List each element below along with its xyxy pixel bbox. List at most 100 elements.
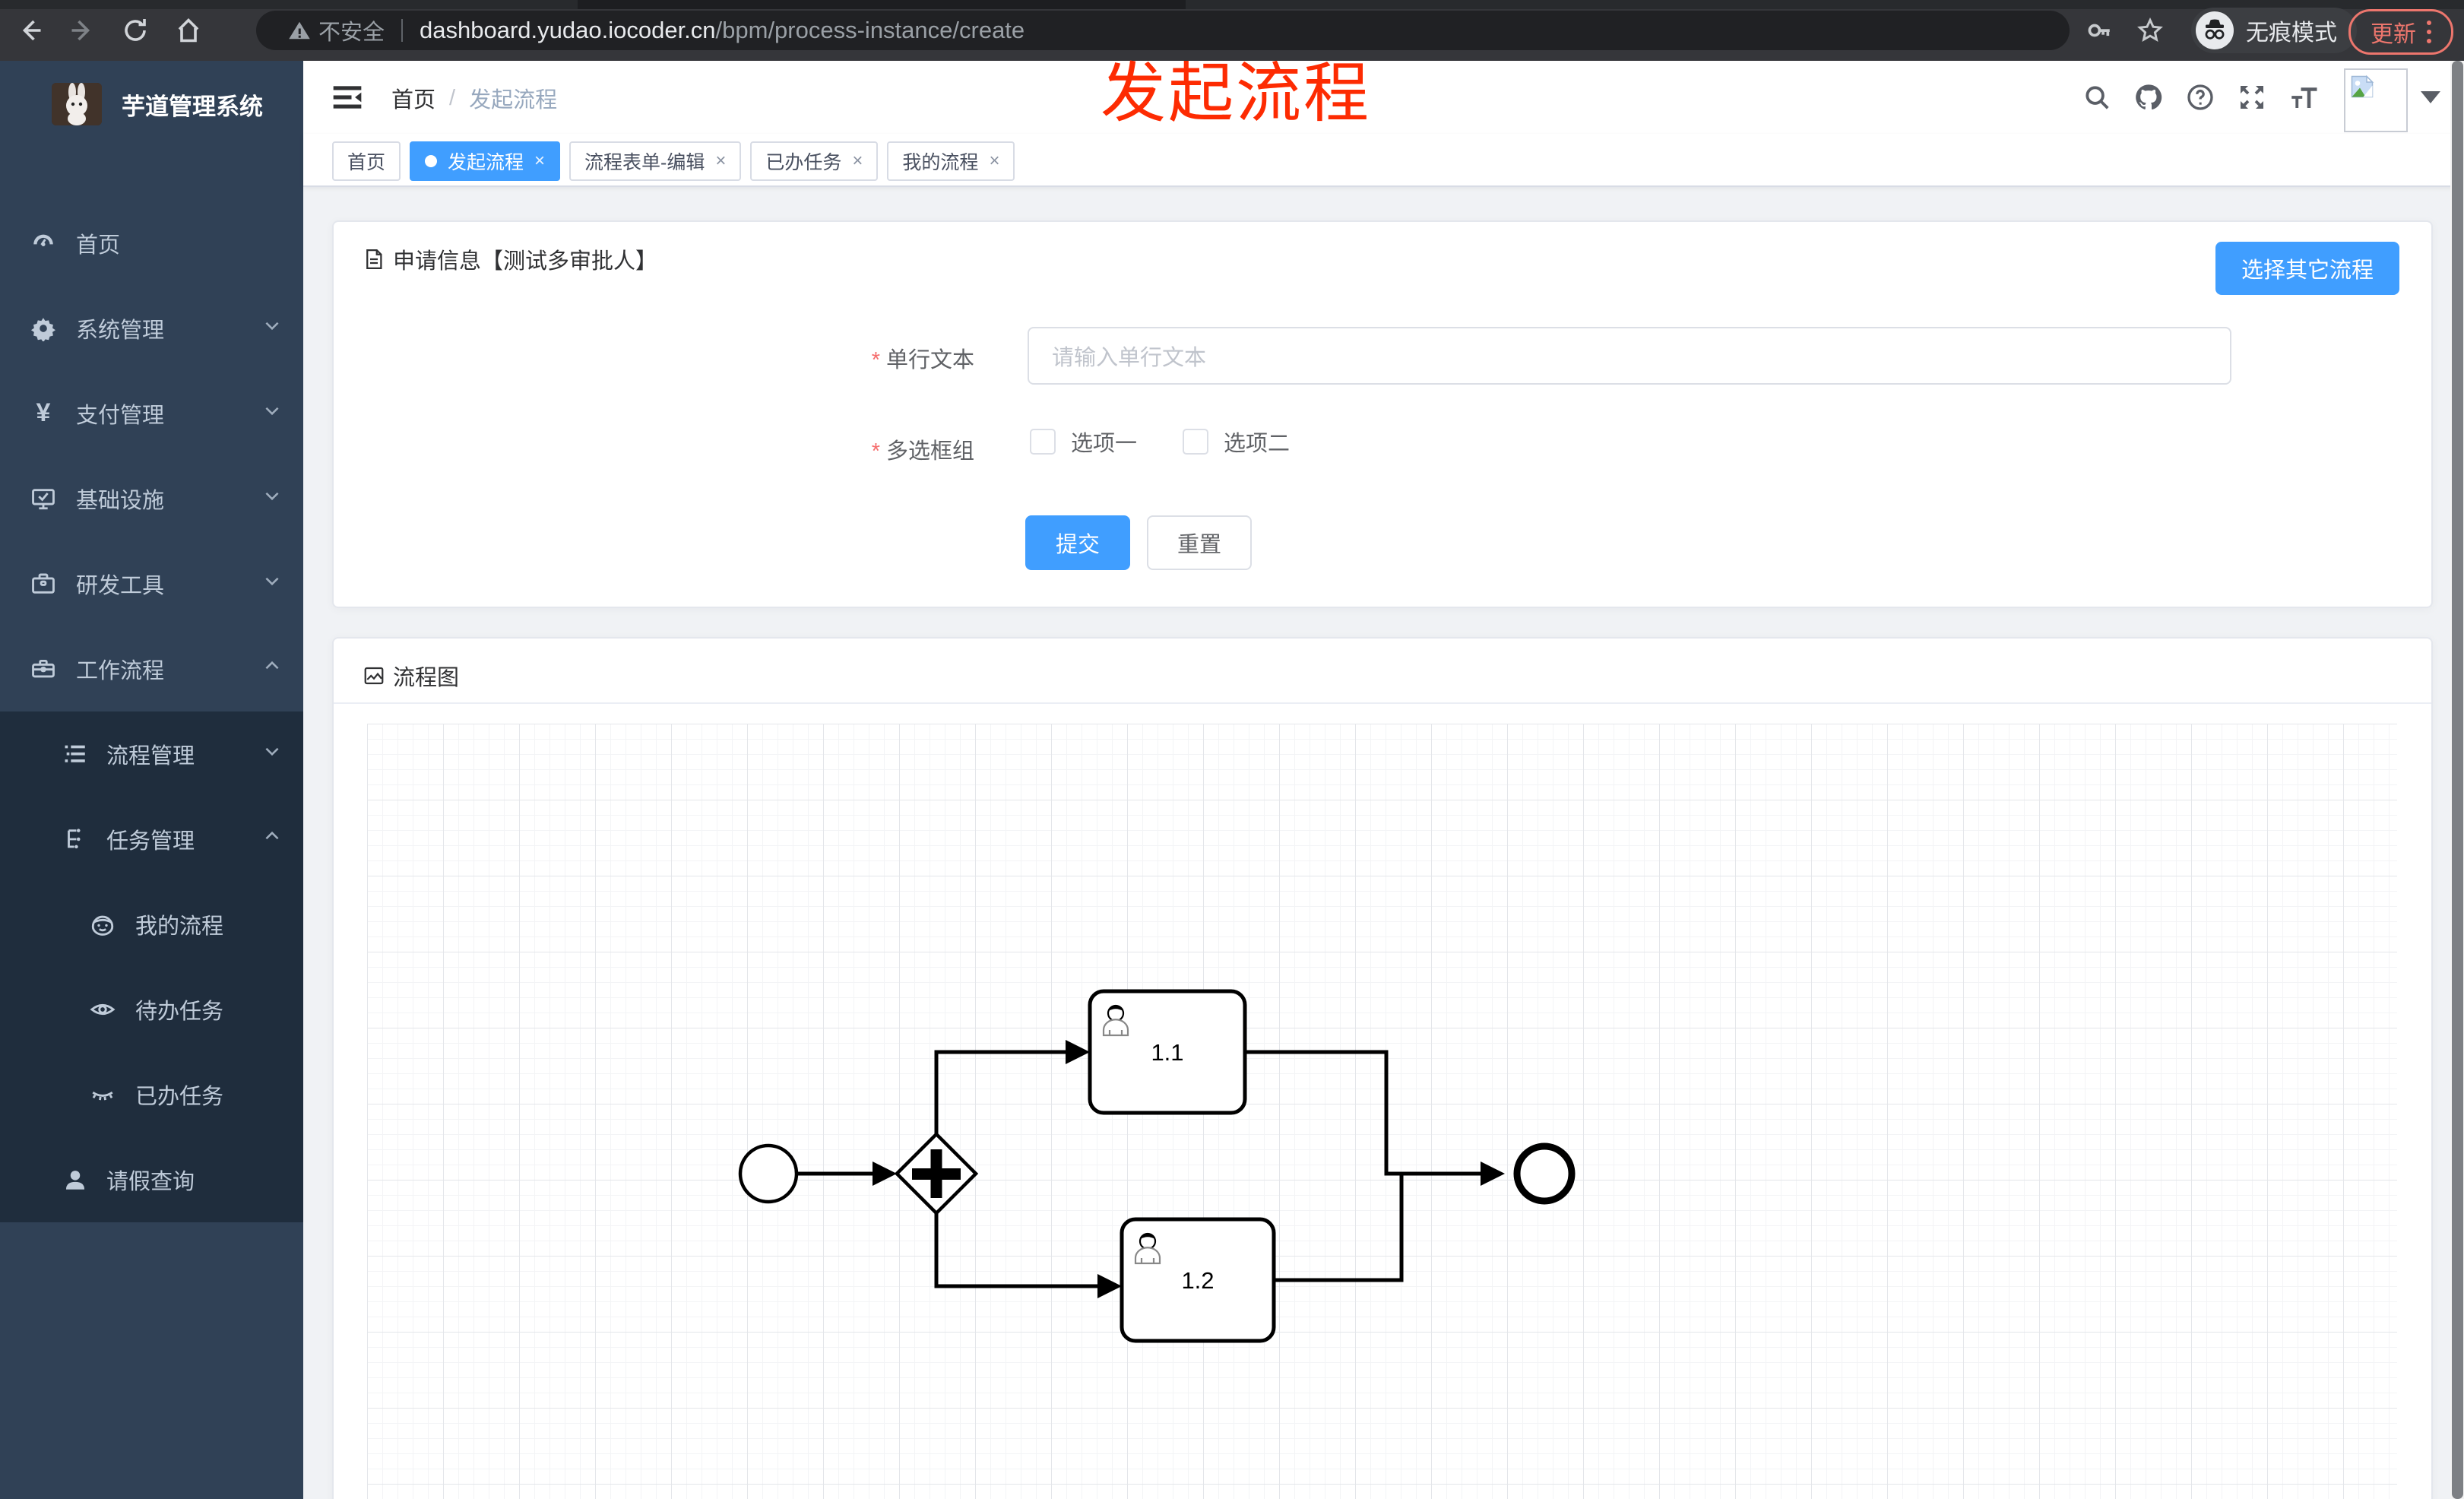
browser-active-tab[interactable] — [578, 0, 1186, 9]
eye-open-icon — [90, 997, 116, 1022]
toolbox-icon — [30, 656, 56, 682]
browser-reload-button[interactable] — [116, 11, 155, 50]
checkbox-icon[interactable] — [1030, 429, 1056, 455]
chevron-up-icon — [262, 826, 282, 852]
tab-done-tasks[interactable]: 已办任务 × — [750, 141, 879, 181]
tab-label: 首页 — [347, 152, 386, 173]
header-search-button[interactable] — [2079, 79, 2115, 116]
browser-update-button[interactable]: 更新 — [2348, 9, 2453, 55]
sidebar-item-done-tasks[interactable]: 已办任务 — [0, 1052, 303, 1137]
password-key-button[interactable] — [2080, 11, 2120, 50]
incognito-icon — [2205, 19, 2225, 40]
tags-view-bar: 首页 发起流程 × 流程表单-编辑 × 已办任务 × 我的流程 × — [303, 134, 2464, 187]
tab-my-processes[interactable]: 我的流程 × — [887, 141, 1015, 181]
logo-rabbit-image — [52, 83, 102, 125]
process-diagram-card: 流程图 1.1 1.2 — [332, 637, 2433, 1499]
person-icon — [62, 1167, 88, 1193]
browser-forward-button[interactable] — [62, 11, 102, 50]
sidebar-item-label: 已办任务 — [135, 1085, 224, 1109]
incognito-badge[interactable]: 无痕模式 — [2191, 8, 2357, 53]
security-status[interactable]: 不安全 — [288, 14, 385, 46]
choose-other-process-button[interactable]: 选择其它流程 — [2215, 242, 2399, 295]
list-tree-icon — [62, 741, 88, 767]
arrowhead — [1481, 1161, 1505, 1186]
checkbox-option-1[interactable]: 选项一 — [1030, 426, 1137, 458]
app-title: 芋道管理系统 — [122, 93, 263, 120]
sidebar-item-label: 系统管理 — [76, 318, 165, 343]
close-icon[interactable]: × — [715, 151, 726, 172]
bpmn-diagram: 1.1 1.2 — [738, 989, 1576, 1343]
url-text[interactable]: dashboard.yudao.iocoder.cn/bpm/process-i… — [420, 17, 1025, 44]
scrollbar-thumb[interactable] — [2452, 61, 2463, 1499]
breadcrumb-home[interactable]: 首页 — [391, 82, 435, 114]
key-icon — [2088, 24, 2110, 37]
browser-menu-dots-icon[interactable] — [2427, 21, 2431, 43]
header-fontsize-button[interactable] — [2285, 79, 2322, 116]
header-help-button[interactable] — [2182, 79, 2219, 116]
breadcrumb-current: 发起流程 — [469, 88, 558, 113]
caret-down-icon[interactable] — [2421, 91, 2440, 103]
close-icon[interactable]: × — [534, 151, 545, 172]
field-label: * 多选框组 — [871, 439, 974, 464]
card-divider — [334, 702, 2431, 704]
checkbox-icon[interactable] — [1183, 429, 1209, 455]
bookmark-star-button[interactable] — [2130, 11, 2170, 50]
close-icon[interactable]: × — [989, 151, 999, 172]
end-event-node[interactable] — [1513, 1142, 1576, 1205]
tab-home[interactable]: 首页 — [332, 141, 401, 181]
header-fullscreen-button[interactable] — [2234, 79, 2270, 116]
bpmn-canvas[interactable]: 1.1 1.2 — [367, 724, 2397, 1499]
sidebar-item-process-mgmt[interactable]: 流程管理 — [0, 711, 303, 797]
workflow-submenu: 流程管理 任务管理 我的流程 待办任务 已办任务 请假查询 — [0, 711, 303, 1222]
sidebar-item-todo-tasks[interactable]: 待办任务 — [0, 967, 303, 1052]
face-icon — [90, 911, 116, 937]
sidebar-item-infra[interactable]: 基础设施 — [0, 456, 303, 541]
chevron-down-icon — [262, 401, 282, 426]
yen-icon: ¥ — [30, 401, 56, 426]
gear-icon — [30, 315, 56, 341]
sidebar-item-label: 我的流程 — [135, 914, 224, 939]
monitor-icon — [30, 486, 56, 512]
help-icon — [2187, 84, 2213, 110]
breadcrumb: 首页 / 发起流程 — [391, 82, 557, 114]
avatar[interactable] — [2344, 68, 2408, 132]
active-dot-icon — [425, 155, 438, 167]
sidebar-item-label: 首页 — [76, 233, 121, 258]
checkbox-label: 选项二 — [1224, 432, 1291, 456]
sidebar-item-my-processes[interactable]: 我的流程 — [0, 882, 303, 967]
sidebar: 芋道管理系统 首页 系统管理 ¥ 支付管理 基础设施 研发工具 工作流程 流程管… — [0, 61, 303, 1499]
eye-closed-icon — [90, 1082, 116, 1108]
tab-label: 我的流程 — [902, 152, 979, 173]
sidebar-item-leave-query[interactable]: 请假查询 — [0, 1137, 303, 1222]
svg-text:¥: ¥ — [36, 401, 51, 426]
chevron-down-icon — [262, 741, 282, 767]
sidebar-item-system[interactable]: 系统管理 — [0, 286, 303, 371]
sidebar-item-workflow[interactable]: 工作流程 — [0, 626, 303, 711]
single-line-text-input[interactable]: 请输入单行文本 — [1028, 327, 2231, 385]
page-scrollbar[interactable] — [2450, 61, 2464, 1499]
sidebar-logo[interactable]: 芋道管理系统 — [0, 61, 303, 137]
reset-button[interactable]: 重置 — [1147, 515, 1252, 570]
submit-button[interactable]: 提交 — [1025, 515, 1130, 570]
sidebar-collapse-button[interactable] — [331, 81, 364, 114]
header-github-button[interactable] — [2130, 79, 2167, 116]
browser-back-button[interactable] — [11, 11, 50, 50]
browser-home-button[interactable] — [169, 11, 208, 50]
start-event-node[interactable] — [738, 1143, 799, 1204]
sidebar-item-label: 待办任务 — [135, 1000, 224, 1024]
close-icon[interactable]: × — [852, 151, 863, 172]
checkbox-option-2[interactable]: 选项二 — [1183, 426, 1290, 458]
tab-label: 发起流程 — [448, 152, 524, 173]
sidebar-item-payment[interactable]: ¥ 支付管理 — [0, 371, 303, 456]
task-label: 1.2 — [1181, 1267, 1214, 1294]
sidebar-item-devtools[interactable]: 研发工具 — [0, 541, 303, 626]
tab-start-process[interactable]: 发起流程 × — [410, 141, 561, 181]
back-icon — [22, 20, 41, 41]
sidebar-item-task-mgmt[interactable]: 任务管理 — [0, 797, 303, 882]
tab-process-form-edit[interactable]: 流程表单-编辑 × — [569, 141, 742, 181]
required-asterisk: * — [871, 348, 880, 372]
security-label: 不安全 — [318, 21, 385, 45]
sidebar-item-label: 工作流程 — [76, 659, 165, 683]
sidebar-item-home[interactable]: 首页 — [0, 201, 303, 286]
dashboard-icon — [30, 230, 56, 256]
